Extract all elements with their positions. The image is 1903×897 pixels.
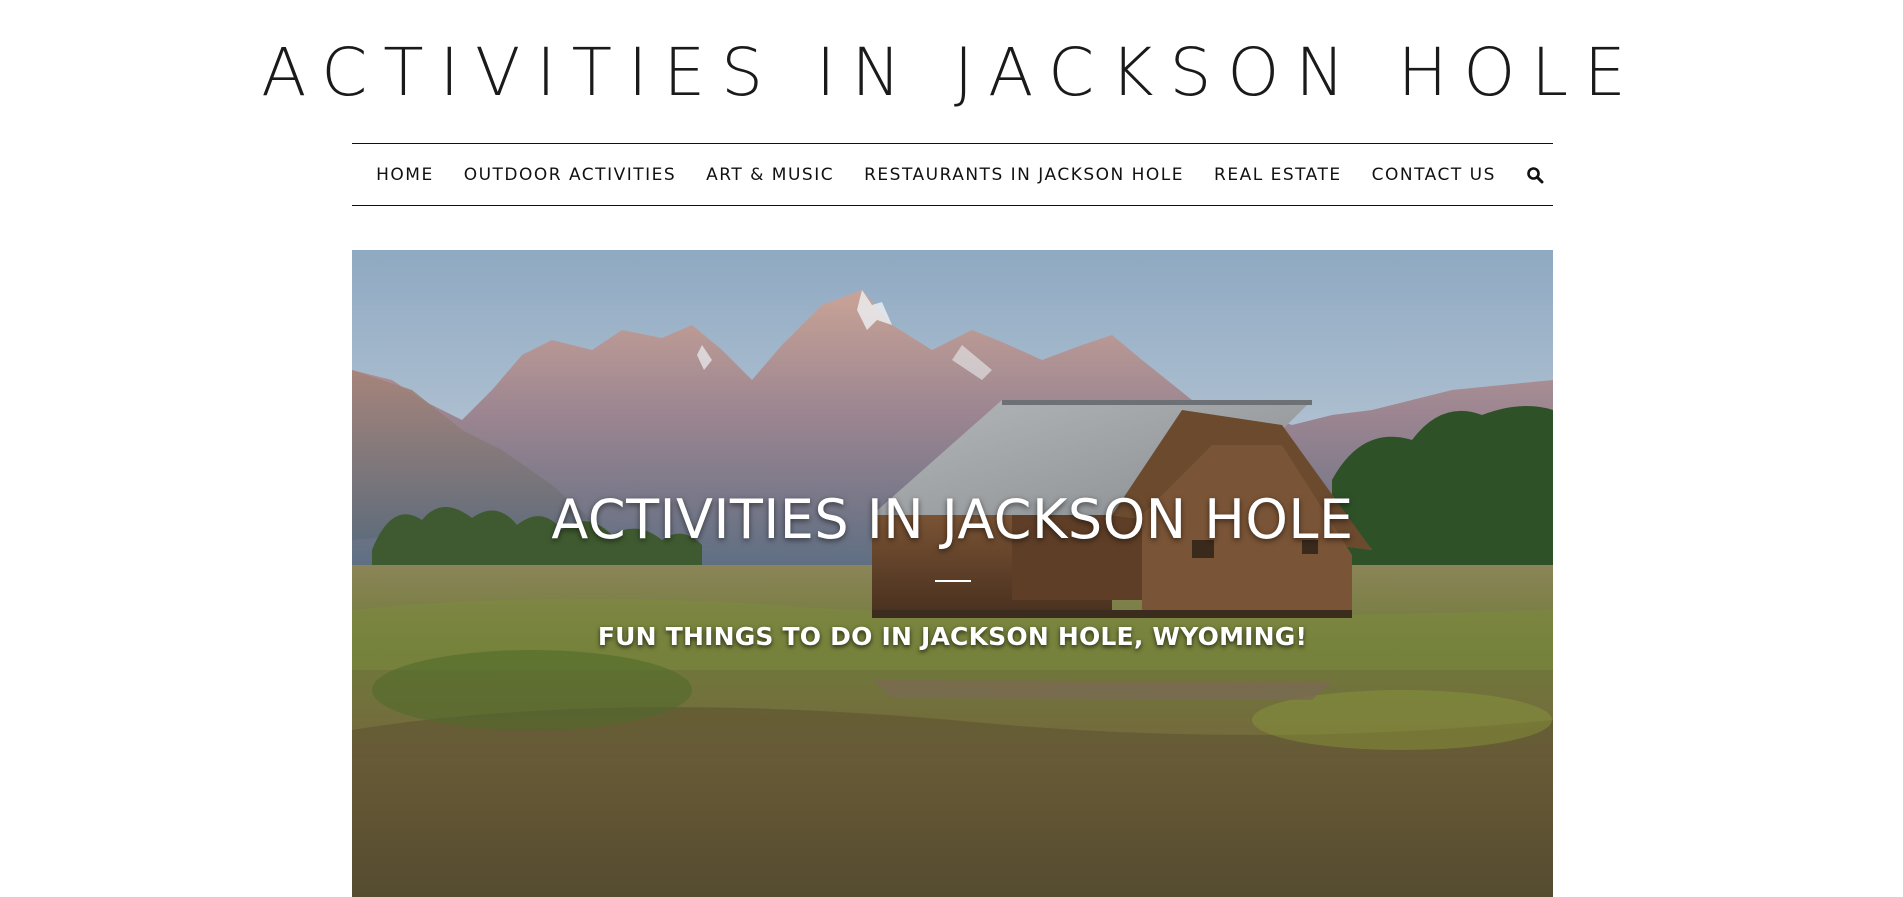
nav-item-contact-us[interactable]: CONTACT US xyxy=(1372,165,1496,185)
site-title[interactable]: ACTIVITIES IN JACKSON HOLE xyxy=(0,30,1903,116)
nav-item-home[interactable]: HOME xyxy=(376,165,434,185)
nav-item-real-estate[interactable]: REAL ESTATE xyxy=(1214,165,1342,185)
nav-item-art-music[interactable]: ART & MUSIC xyxy=(706,165,834,185)
nav-item-outdoor-activities[interactable]: OUTDOOR ACTIVITIES xyxy=(464,165,676,185)
mountain-barn-photo xyxy=(352,250,1553,897)
hero-title: ACTIVITIES IN JACKSON HOLE xyxy=(551,488,1354,551)
hero-subtitle: FUN THINGS TO DO IN JACKSON HOLE, WYOMIN… xyxy=(597,622,1308,651)
hero-divider xyxy=(935,580,971,582)
search-icon[interactable] xyxy=(1526,166,1544,184)
hero-banner: ACTIVITIES IN JACKSON HOLE FUN THINGS TO… xyxy=(352,250,1553,897)
nav-item-restaurants[interactable]: RESTAURANTS IN JACKSON HOLE xyxy=(864,165,1184,185)
main-navigation: HOME OUTDOOR ACTIVITIES ART & MUSIC REST… xyxy=(352,143,1553,206)
